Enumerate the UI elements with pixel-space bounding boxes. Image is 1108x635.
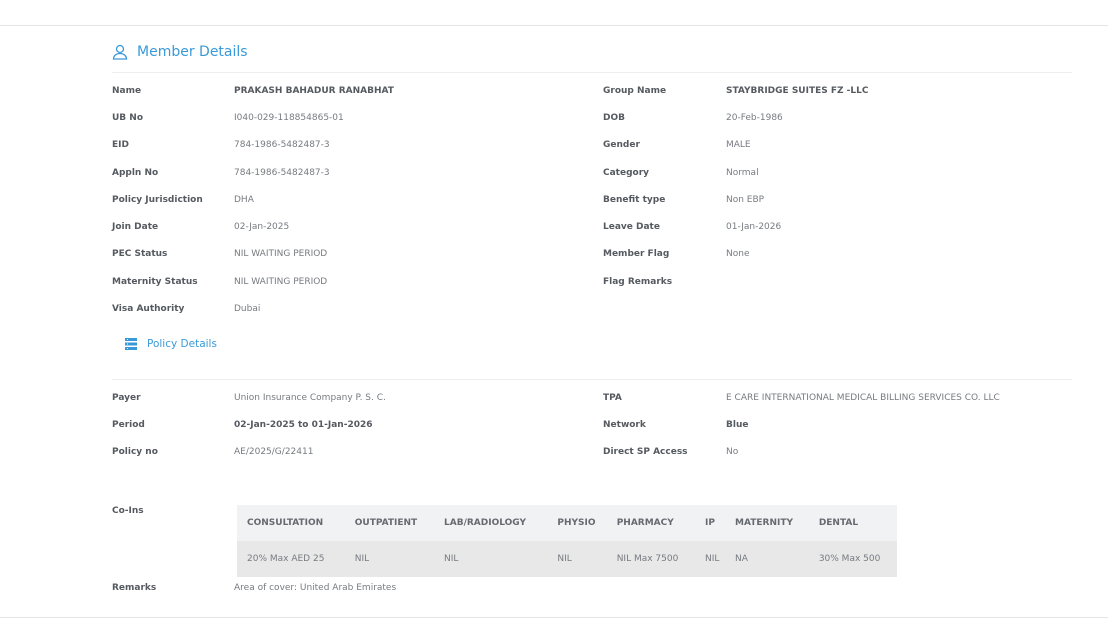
field-value: None — [726, 249, 750, 260]
field-value: I040-029-118854865-01 — [234, 112, 344, 123]
co-ins-header: LAB/RADIOLOGY — [434, 505, 548, 541]
co-ins-label: Co-Ins — [112, 506, 144, 516]
field-label: TPA — [603, 392, 622, 403]
field-label: Join Date — [112, 222, 159, 233]
field-value: Blue — [726, 419, 749, 430]
field-value: NIL WAITING PERIOD — [234, 276, 328, 287]
field-value: Union Insurance Company P. S. C. — [234, 392, 386, 403]
co-ins-header: PHYSIO — [547, 505, 607, 541]
co-ins-cell: 30% Max 500 — [808, 541, 897, 577]
field-label: Name — [112, 85, 142, 96]
field-value: DHA — [234, 194, 254, 205]
field-label: EID — [112, 140, 129, 151]
remarks-label: Remarks — [112, 583, 157, 593]
field-value: No — [726, 447, 739, 458]
field-value: 02-Jan-2025 to 01-Jan-2026 — [234, 419, 373, 430]
field-label: DOB — [603, 112, 625, 123]
field-label: Network — [603, 419, 646, 430]
section-title: Member Details — [137, 44, 248, 60]
co-ins-cell: 20% Max AED 25 — [237, 541, 345, 577]
field-label: Member Flag — [603, 249, 670, 260]
divider — [0, 25, 1108, 26]
field-value: Non EBP — [726, 194, 765, 205]
section-title: Policy Details — [147, 338, 217, 350]
member-details-heading: Member Details — [112, 44, 248, 60]
field-value: 20-Feb-1986 — [726, 112, 783, 123]
field-value: PRAKASH BAHADUR RANABHAT — [234, 85, 394, 96]
co-ins-cell: NIL — [344, 541, 435, 577]
policy-details-link[interactable]: Policy Details — [125, 338, 217, 350]
field-value: Dubai — [234, 304, 261, 315]
field-label: Appln No — [112, 167, 159, 178]
field-label: Group Name — [603, 85, 667, 96]
co-ins-cell: NA — [725, 541, 809, 577]
field-label: Leave Date — [603, 222, 660, 233]
co-ins-header: PHARMACY — [606, 505, 695, 541]
co-ins-cell: NIL Max 7500 — [606, 541, 695, 577]
field-label: Period — [112, 419, 145, 430]
field-value: E CARE INTERNATIONAL MEDICAL BILLING SER… — [726, 392, 1000, 403]
co-ins-header: CONSULTATION — [237, 505, 345, 541]
co-ins-header: IP — [694, 505, 726, 541]
field-label: Policy no — [112, 447, 158, 458]
field-label: Payer — [112, 392, 141, 403]
field-value: NIL WAITING PERIOD — [234, 249, 328, 260]
field-value: Normal — [726, 167, 759, 178]
co-ins-table: CONSULTATION OUTPATIENT LAB/RADIOLOGY PHYSI… — [237, 505, 897, 577]
field-label: Category — [603, 167, 650, 178]
list-icon — [125, 338, 137, 350]
field-value: 784-1986-5482487-3 — [234, 167, 330, 178]
co-ins-cell: NIL — [547, 541, 607, 577]
field-label: PEC Status — [112, 249, 168, 260]
field-value: 01-Jan-2026 — [726, 222, 782, 233]
member-details-grid: Name PRAKASH BAHADUR RANABHAT Group Name ST… — [112, 77, 1066, 323]
field-label: Flag Remarks — [603, 276, 673, 287]
co-ins-cell: NIL — [694, 541, 726, 577]
field-label: UB No — [112, 112, 144, 123]
field-label: Visa Authority — [112, 304, 185, 315]
remarks-value: Area of cover: United Arab Emirates — [234, 583, 397, 593]
field-label: Gender — [603, 140, 640, 151]
divider — [112, 379, 1072, 380]
co-ins-header: OUTPATIENT — [344, 505, 435, 541]
field-label: Maternity Status — [112, 276, 198, 287]
field-value: MALE — [726, 140, 751, 151]
field-value: STAYBRIDGE SUITES FZ -LLC — [726, 85, 869, 96]
divider — [112, 72, 1072, 73]
field-value: 784-1986-5482487-3 — [234, 140, 330, 151]
field-value: 02-Jan-2025 — [234, 222, 290, 233]
co-ins-header: DENTAL — [808, 505, 897, 541]
policy-details-grid: Payer Union Insurance Company P. S. C. TPA… — [112, 384, 1066, 466]
co-ins-header: MATERNITY — [725, 505, 809, 541]
divider — [0, 617, 1108, 618]
field-label: Policy Jurisdiction — [112, 194, 203, 205]
field-label: Benefit type — [603, 194, 666, 205]
user-icon — [112, 44, 128, 60]
co-ins-cell: NIL — [434, 541, 548, 577]
field-value: AE/2025/G/22411 — [234, 447, 314, 458]
field-label: Direct SP Access — [603, 447, 688, 458]
